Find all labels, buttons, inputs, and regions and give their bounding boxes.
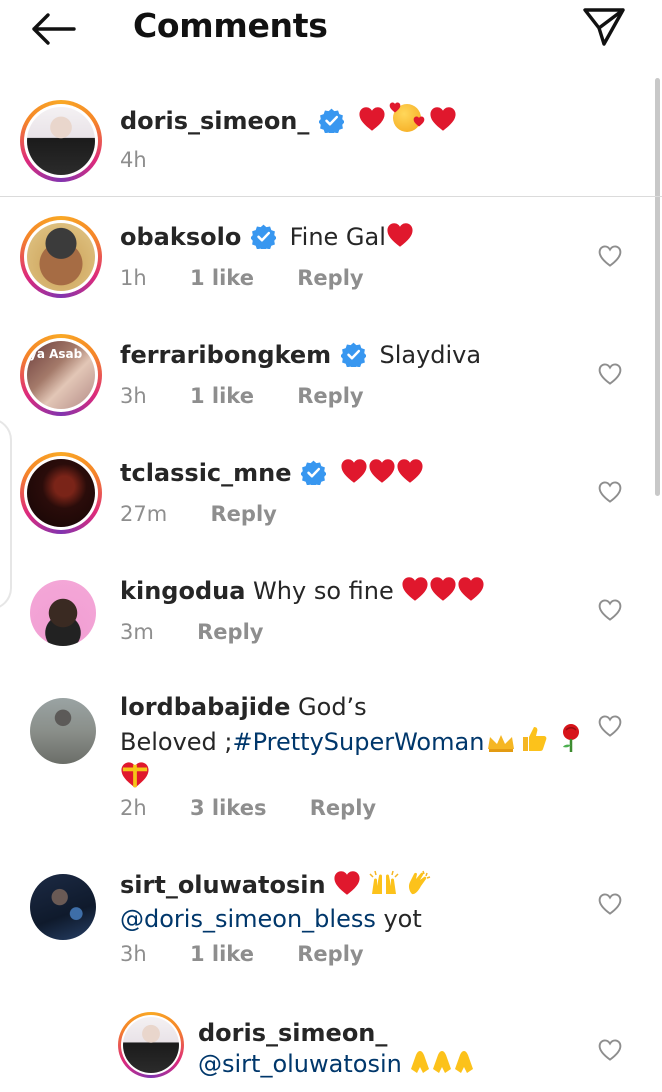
- edge-panel-handle[interactable]: [0, 418, 12, 610]
- crown-icon: [486, 730, 516, 752]
- folded-hands-icon: [431, 1049, 453, 1083]
- avatar[interactable]: [30, 580, 96, 646]
- like-heart-icon[interactable]: [597, 1038, 623, 1062]
- username[interactable]: ferraribongkem: [120, 341, 331, 369]
- red-heart-icon: [340, 458, 368, 484]
- comment-text-line1: God’s: [298, 693, 367, 721]
- hashtag-link[interactable]: #PrettySuperWoman: [233, 728, 485, 756]
- username[interactable]: kingodua: [120, 577, 245, 605]
- avatar[interactable]: [20, 216, 102, 298]
- paper-plane-icon[interactable]: [582, 6, 626, 46]
- comment-text: Why so fine: [253, 577, 394, 605]
- username[interactable]: tclassic_mne: [120, 459, 292, 487]
- mention-link[interactable]: @doris_simeon_bless: [120, 905, 376, 933]
- scrollbar[interactable]: [655, 78, 660, 496]
- verified-badge-icon: [341, 342, 366, 367]
- comment-time: 4h: [120, 148, 147, 172]
- top-bar: Comments: [0, 0, 662, 58]
- rose-icon: [558, 723, 584, 761]
- avatar[interactable]: [20, 452, 102, 534]
- reply-button[interactable]: Reply: [297, 266, 363, 290]
- reply-item: doris_simeon_ @sirt_oluwatosin: [0, 1010, 662, 1092]
- red-heart-icon: [457, 576, 485, 602]
- like-heart-icon[interactable]: [597, 714, 623, 738]
- comment-text: Slaydiva: [379, 341, 482, 369]
- likes-count[interactable]: 3 likes: [190, 796, 266, 820]
- thumbs-up-icon: [520, 725, 548, 761]
- likes-count[interactable]: 1 like: [190, 266, 254, 290]
- clapping-hands-icon: [406, 870, 432, 904]
- like-heart-icon[interactable]: [597, 892, 623, 916]
- comment-time: 1h: [120, 266, 147, 290]
- comment-text: Fine Gal: [289, 223, 386, 251]
- comment-text: yot: [375, 905, 422, 933]
- likes-count[interactable]: 1 like: [190, 942, 254, 966]
- red-heart-icon: [368, 458, 396, 484]
- username[interactable]: doris_simeon_: [198, 1019, 387, 1047]
- heart-with-ribbon-icon: [120, 761, 150, 797]
- caption-divider: [0, 196, 662, 197]
- folded-hands-icon: [409, 1049, 431, 1083]
- red-heart-icon: [429, 576, 457, 602]
- avatar[interactable]: [20, 100, 102, 182]
- avatar[interactable]: [118, 1012, 184, 1078]
- arrow-left-icon[interactable]: [30, 12, 76, 46]
- red-heart-icon: [386, 222, 414, 248]
- avatar-text: ya Asab: [29, 347, 83, 361]
- like-heart-icon[interactable]: [597, 244, 623, 268]
- username[interactable]: obaksolo: [120, 223, 241, 251]
- like-heart-icon[interactable]: [597, 362, 623, 386]
- comment-time: 3h: [120, 942, 147, 966]
- verified-badge-icon: [301, 460, 326, 485]
- reply-button[interactable]: Reply: [211, 502, 277, 526]
- red-heart-icon: [333, 870, 361, 896]
- username[interactable]: doris_simeon_: [120, 107, 309, 135]
- avatar[interactable]: ya Asab: [20, 334, 102, 416]
- verified-badge-icon: [319, 108, 344, 133]
- comment-time: 3m: [120, 620, 154, 644]
- reply-button[interactable]: Reply: [297, 942, 363, 966]
- red-heart-icon: [429, 106, 457, 132]
- comment-time: 2h: [120, 796, 147, 820]
- like-heart-icon[interactable]: [597, 598, 623, 622]
- mention-link[interactable]: @sirt_oluwatosin: [198, 1050, 402, 1078]
- reply-button[interactable]: Reply: [197, 620, 263, 644]
- likes-count[interactable]: 1 like: [190, 384, 254, 408]
- comment-time: 27m: [120, 502, 168, 526]
- verified-badge-icon: [251, 224, 276, 249]
- avatar[interactable]: [30, 874, 96, 940]
- page-title: Comments: [133, 6, 328, 45]
- username[interactable]: sirt_oluwatosin: [120, 871, 326, 899]
- comment-text-line2: Beloved ;: [120, 728, 233, 756]
- red-heart-icon: [401, 576, 429, 602]
- avatar[interactable]: [30, 698, 96, 764]
- like-heart-icon[interactable]: [597, 480, 623, 504]
- folded-hands-icon: [453, 1049, 475, 1083]
- red-heart-icon: [358, 106, 386, 132]
- red-heart-icon: [396, 458, 424, 484]
- comment-time: 3h: [120, 384, 147, 408]
- raising-hands-icon: [369, 870, 399, 904]
- smiling-face-with-hearts-icon: [393, 104, 421, 132]
- reply-button[interactable]: Reply: [310, 796, 376, 820]
- reply-button[interactable]: Reply: [297, 384, 363, 408]
- username[interactable]: lordbabajide: [120, 693, 290, 721]
